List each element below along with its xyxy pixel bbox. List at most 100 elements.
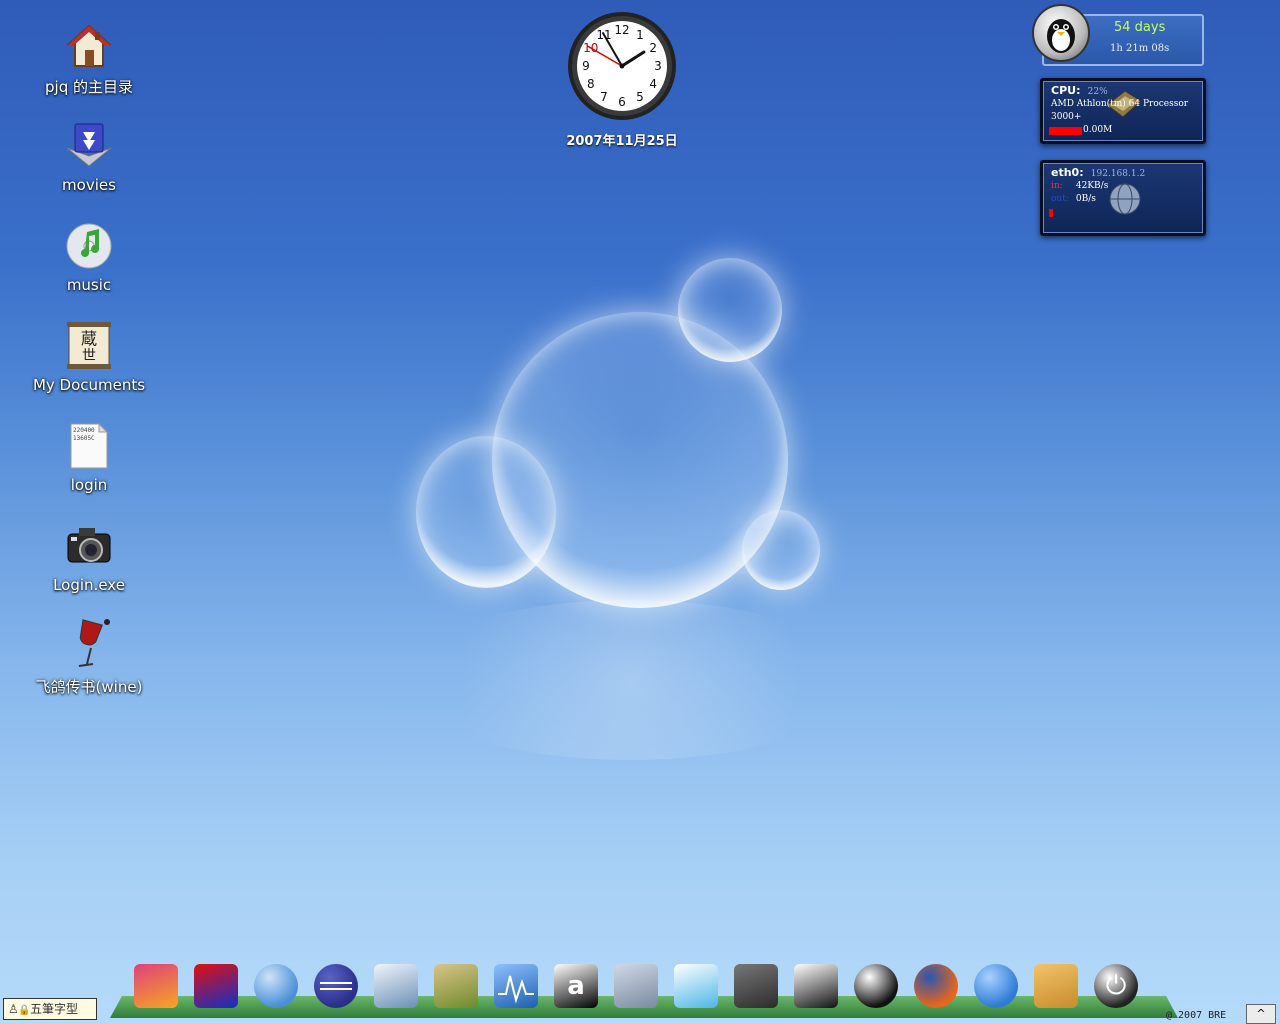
media-player-icon (614, 964, 658, 1008)
workspace-switch-icon (674, 964, 718, 1008)
wallpaper-bubble-left (416, 436, 556, 588)
file-preview-text: 220400 13605C (73, 427, 95, 442)
net-in-label: in: (1051, 181, 1063, 191)
qq-penguin-icon (854, 964, 898, 1008)
dock-item-puzzle-extensions[interactable] (372, 962, 420, 1010)
uptime-time: 1h 21m 08s (1110, 43, 1170, 54)
firefox-icon (914, 964, 958, 1008)
tux-board-icon (794, 964, 838, 1008)
eclipse-icon (314, 964, 358, 1008)
svg-text:蔵: 蔵 (81, 329, 97, 348)
clock-date: 2007年11月25日 (566, 134, 678, 149)
wallpaper-bubble-top (678, 258, 782, 362)
desktop-icon-label: music (66, 276, 112, 294)
desktop-icon-login[interactable]: 220400 13605C login (24, 422, 154, 494)
desktop-icon-label: pjq 的主目录 (45, 78, 133, 96)
clock-numeral: 7 (600, 90, 608, 104)
home-folder-icon (65, 22, 113, 70)
dock-item-firefox[interactable] (912, 962, 960, 1010)
dock-item-runner-red-app[interactable] (192, 962, 240, 1010)
wallpaper-bubble-right (742, 510, 820, 590)
clock-numeral: 4 (649, 77, 657, 91)
clock-numeral: 2 (649, 41, 657, 55)
cpu-model-line1: AMD Athlon(tm) 64 Processor (1051, 99, 1189, 109)
dock-item-power[interactable]: ⏻ (1092, 962, 1140, 1010)
cpu-usage: 22% (1087, 87, 1108, 97)
desktop-icon-label: login (70, 476, 108, 494)
desktop-icon-label: 飞鸽传书(wine) (35, 678, 143, 696)
clock-numeral: 3 (654, 59, 662, 73)
dock-item-camera[interactable] (732, 962, 780, 1010)
dock-item-realplayer[interactable] (972, 962, 1020, 1010)
music-folder-icon (65, 222, 113, 270)
cpu-frequency: 0.00M (1083, 125, 1113, 135)
dock-item-amarok[interactable]: a (552, 962, 600, 1010)
desktop-icon-home[interactable]: pjq 的主目录 (24, 22, 154, 97)
power-icon: ⏻ (1094, 964, 1138, 1008)
dock-item-tux-board[interactable] (792, 962, 840, 1010)
desktop-icon-my-documents[interactable]: 蔵 世 My Documents (24, 322, 154, 394)
dock-item-media-player[interactable] (612, 962, 660, 1010)
clock-numeral: 5 (636, 90, 644, 104)
desktop-icon-label: Login.exe (53, 576, 125, 594)
movies-folder-icon (65, 122, 113, 170)
clock-numeral: 12 (614, 23, 629, 37)
amarok-icon: a (554, 964, 598, 1008)
puzzle-extensions-icon (374, 964, 418, 1008)
globe-icon (1105, 181, 1145, 217)
cpu-usage-bar (1049, 127, 1082, 135)
net-in-rate: 42KB/s (1075, 181, 1109, 191)
ime-label: 五筆字型 (30, 1002, 79, 1016)
desktop-icon-label: movies (62, 176, 116, 194)
net-iface: eth0: (1051, 166, 1084, 179)
file-cabinet-icon (1034, 964, 1078, 1008)
runner-red-app-icon (194, 964, 238, 1008)
dock-item-video-chat[interactable] (252, 962, 300, 1010)
desktop-icon-music[interactable]: music (24, 222, 154, 294)
clock-numeral: 8 (587, 77, 595, 91)
clock-numeral: 6 (618, 95, 626, 109)
desktop-icon-feige-wine[interactable]: 飞鸽传书(wine) (24, 616, 154, 697)
dock-item-workspace-switch[interactable] (672, 962, 720, 1010)
input-method-indicator[interactable]: ♙🔒五筆字型 (3, 998, 97, 1020)
camera-icon (734, 964, 778, 1008)
net-out-rate: 0B/s (1075, 194, 1096, 204)
dock-item-eclipse[interactable] (312, 962, 360, 1010)
desktop-icon-movies[interactable]: movies (24, 122, 154, 194)
dock-item-file-cabinet[interactable] (1032, 962, 1080, 1010)
dock-item-book[interactable] (432, 962, 480, 1010)
svg-text:世: 世 (82, 348, 96, 364)
dock-item-pinwheel-app[interactable] (132, 962, 180, 1010)
clock-numeral: 9 (582, 59, 590, 73)
dock-item-qq-penguin[interactable] (852, 962, 900, 1010)
book-icon (434, 964, 478, 1008)
lock-icon: 🔒 (18, 1005, 31, 1016)
tux-small-icon: ♙ (8, 1002, 19, 1016)
text-file-icon: 220400 13605C (65, 422, 113, 470)
copyright-label: @ 2007 BRE (1166, 1010, 1227, 1021)
wallpaper-reflection (400, 600, 860, 760)
desktop-icon-label: My Documents (32, 376, 146, 394)
net-ip: 192.168.1.2 (1090, 169, 1146, 179)
cpu-monitor-widget[interactable]: CPU: 22% AMD Athlon(tm) 64 Processor 300… (1040, 78, 1206, 144)
uptime-days: 54 days (1114, 20, 1166, 35)
clock-face: 123456789101112 (568, 12, 676, 120)
cpu-label: CPU: (1051, 84, 1081, 97)
documents-scroll-icon: 蔵 世 (65, 322, 113, 370)
realplayer-icon (974, 964, 1018, 1008)
net-traffic-bar (1049, 209, 1053, 217)
pinwheel-app-icon (134, 964, 178, 1008)
analog-clock-widget[interactable]: 123456789101112 (566, 10, 678, 122)
cpu-model-line2: 3000+ (1051, 112, 1082, 122)
net-out-label: out: (1051, 194, 1069, 204)
clock-numeral: 1 (636, 28, 644, 42)
video-chat-icon (254, 964, 298, 1008)
dock-item-system-monitor[interactable] (492, 962, 540, 1010)
system-monitor-icon (494, 964, 538, 1008)
camera-icon (65, 522, 113, 570)
panel-expand-button[interactable]: ^ (1246, 1004, 1276, 1024)
network-monitor-widget[interactable]: eth0: 192.168.1.2 in: 42KB/s out: 0B/s (1040, 160, 1206, 236)
tux-penguin-icon (1032, 4, 1090, 62)
wine-glass-icon (65, 616, 113, 670)
desktop-icon-login-exe[interactable]: Login.exe (24, 522, 154, 594)
